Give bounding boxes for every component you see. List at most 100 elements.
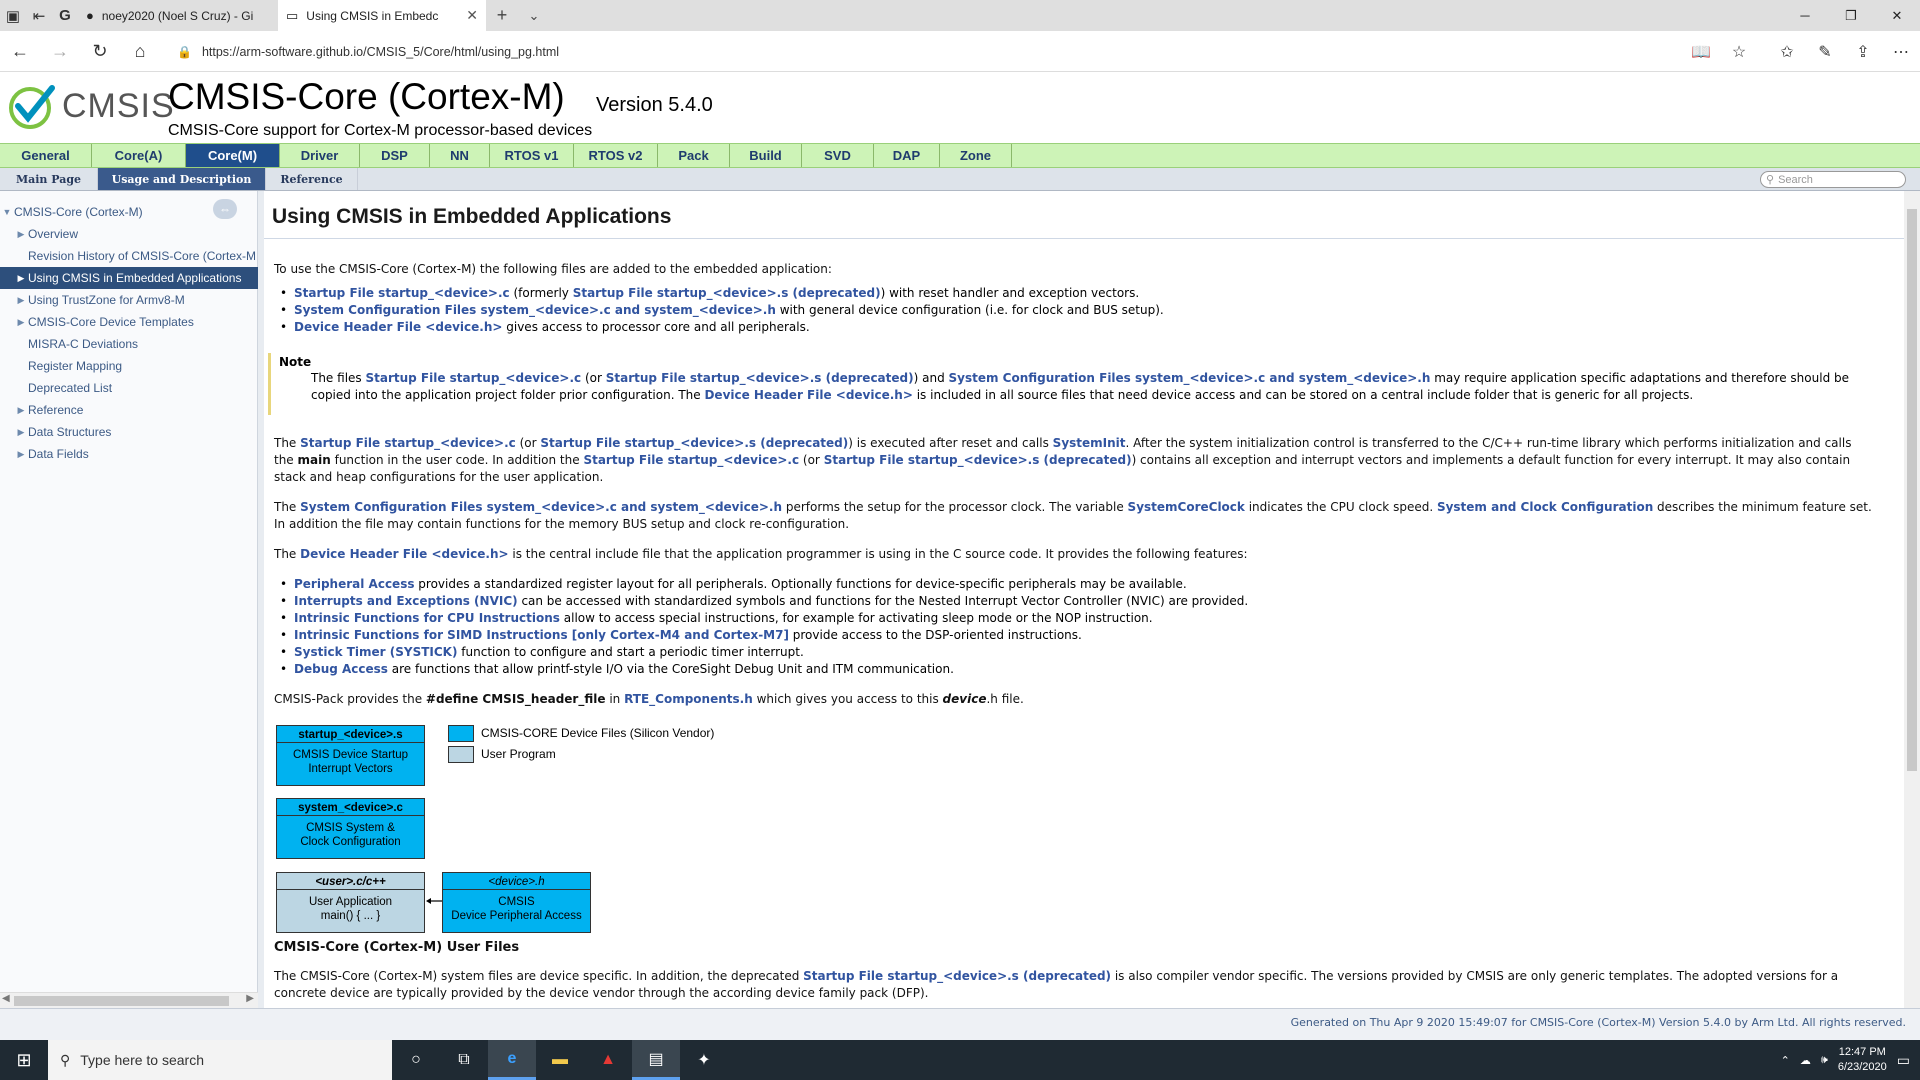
scrollbar-thumb[interactable] bbox=[1907, 209, 1917, 771]
app-window-icon[interactable]: ▤ bbox=[632, 1040, 680, 1080]
nav-nn[interactable]: NN bbox=[430, 144, 490, 167]
share-icon[interactable]: ⇪ bbox=[1844, 42, 1882, 62]
new-tab-button[interactable]: + bbox=[486, 5, 518, 26]
more-icon[interactable]: ⋯ bbox=[1882, 42, 1920, 62]
expand-arrow-icon[interactable]: ▶ bbox=[14, 229, 28, 240]
startup-s-link[interactable]: Startup File startup_<device>.s (depreca… bbox=[824, 453, 1132, 467]
system-clock-config-link[interactable]: System and Clock Configuration bbox=[1437, 500, 1653, 514]
nav-general[interactable]: General bbox=[0, 144, 92, 167]
restore-button[interactable]: ❐ bbox=[1828, 0, 1874, 31]
cortana-icon[interactable]: ○ bbox=[392, 1040, 440, 1080]
sidebar-item-device-templates[interactable]: ▶ CMSIS-Core Device Templates bbox=[0, 311, 258, 333]
sidebar-item-register-mapping[interactable]: Register Mapping bbox=[0, 355, 258, 377]
nav-dsp[interactable]: DSP bbox=[360, 144, 430, 167]
system-files-link[interactable]: System Configuration Files system_<devic… bbox=[949, 371, 1431, 385]
systeminit-link[interactable]: SystemInit bbox=[1053, 436, 1126, 450]
content-vertical-scrollbar[interactable] bbox=[1904, 191, 1920, 1008]
expand-arrow-icon[interactable]: ▶ bbox=[14, 295, 28, 306]
close-window-button[interactable]: ✕ bbox=[1874, 0, 1920, 31]
sidebar-item-using-cmsis[interactable]: ▶ Using CMSIS in Embedded Applications bbox=[0, 267, 258, 289]
forward-button[interactable]: → bbox=[40, 31, 80, 72]
expand-arrow-icon[interactable]: ▼ bbox=[0, 207, 14, 217]
search-box[interactable]: ⚲ Search bbox=[1760, 171, 1906, 188]
sidebar-item-overview[interactable]: ▶ Overview bbox=[0, 223, 258, 245]
intrinsic-cpu-link[interactable]: Intrinsic Functions for CPU Instructions bbox=[294, 611, 560, 625]
nav-dap[interactable]: DAP bbox=[874, 144, 940, 167]
favorite-star-icon[interactable]: ☆ bbox=[1720, 42, 1758, 62]
tab-main-page[interactable]: Main Page bbox=[0, 168, 98, 190]
startup-s-link[interactable]: Startup File startup_<device>.s (depreca… bbox=[606, 371, 914, 385]
sidebar-item-reference[interactable]: ▶ Reference bbox=[0, 399, 258, 421]
device-header-box[interactable]: <device>.h CMSIS Device Peripheral Acces… bbox=[442, 872, 591, 933]
url-field[interactable]: 🔒 https://arm-software.github.io/CMSIS_5… bbox=[177, 31, 559, 72]
back-button[interactable]: ← bbox=[0, 31, 40, 72]
nvic-link[interactable]: Interrupts and Exceptions (NVIC) bbox=[294, 594, 518, 608]
nav-core-a[interactable]: Core(A) bbox=[92, 144, 186, 167]
tab-actions-icon[interactable]: ▣ bbox=[0, 0, 26, 31]
peripheral-access-link[interactable]: Peripheral Access bbox=[294, 577, 414, 591]
favorites-icon[interactable]: ✩ bbox=[1768, 42, 1806, 62]
nav-pack[interactable]: Pack bbox=[658, 144, 730, 167]
nav-rtos-v1[interactable]: RTOS v1 bbox=[490, 144, 574, 167]
reading-view-icon[interactable]: 📖 bbox=[1682, 42, 1720, 62]
debug-access-link[interactable]: Debug Access bbox=[294, 662, 388, 676]
tab-reference[interactable]: Reference bbox=[266, 168, 358, 190]
onedrive-cloud-icon[interactable]: ☁ bbox=[1800, 1054, 1811, 1067]
startup-file-link[interactable]: Startup File startup_<device>.c bbox=[294, 286, 510, 300]
clock[interactable]: 12:47 PM 6/23/2020 bbox=[1838, 1045, 1887, 1075]
rte-components-link[interactable]: RTE_Components.h bbox=[624, 692, 753, 706]
scroll-left-icon[interactable]: ◀ bbox=[2, 993, 10, 1004]
systemcoreclock-link[interactable]: SystemCoreClock bbox=[1128, 500, 1245, 514]
edge-browser-icon[interactable]: e bbox=[488, 1040, 536, 1080]
set-aside-tabs-icon[interactable]: ⇤ bbox=[26, 0, 52, 31]
systick-link[interactable]: Systick Timer (SYSTICK) bbox=[294, 645, 457, 659]
system-files-link[interactable]: System Configuration Files system_<devic… bbox=[294, 303, 776, 317]
expand-arrow-icon[interactable]: ▶ bbox=[14, 405, 28, 416]
nav-build[interactable]: Build bbox=[730, 144, 802, 167]
browser-tab-github[interactable]: ● noey2020 (Noel S Cruz) - Gi bbox=[78, 0, 278, 31]
startup-s-link[interactable]: Startup File startup_<device>.s (depreca… bbox=[573, 286, 881, 300]
startup-file-link[interactable]: Startup File startup_<device>.c bbox=[365, 371, 581, 385]
sidebar-item-revision-history[interactable]: Revision History of CMSIS-Core (Cortex-M bbox=[0, 245, 258, 267]
acrobat-icon[interactable]: ▲ bbox=[584, 1040, 632, 1080]
startup-s-link[interactable]: Startup File startup_<device>.s (depreca… bbox=[803, 969, 1111, 983]
sidebar-item-misra[interactable]: MISRA-C Deviations bbox=[0, 333, 258, 355]
scroll-right-icon[interactable]: ▶ bbox=[246, 993, 254, 1004]
tray-chevron-icon[interactable]: ⌃ bbox=[1781, 1054, 1790, 1067]
startup-file-link[interactable]: Startup File startup_<device>.c bbox=[583, 453, 799, 467]
file-explorer-icon[interactable]: ▬ bbox=[536, 1040, 584, 1080]
taskbar-search-box[interactable]: ⚲ Type here to search bbox=[48, 1040, 392, 1080]
startup-s-link[interactable]: Startup File startup_<device>.s (depreca… bbox=[540, 436, 848, 450]
minimize-button[interactable]: ─ bbox=[1782, 0, 1828, 31]
home-button[interactable]: ⌂ bbox=[120, 31, 160, 72]
user-file-box[interactable]: <user>.c/c++ User Application main() { .… bbox=[276, 872, 425, 933]
device-header-link[interactable]: Device Header File <device.h> bbox=[704, 388, 912, 402]
tool-app-icon[interactable]: ✦ bbox=[680, 1040, 728, 1080]
device-header-link[interactable]: Device Header File <device.h> bbox=[294, 320, 502, 334]
expand-arrow-icon[interactable]: ▶ bbox=[14, 449, 28, 460]
sidebar-item-data-structures[interactable]: ▶ Data Structures bbox=[0, 421, 258, 443]
volume-icon[interactable]: 🕪 bbox=[1821, 1054, 1828, 1067]
expand-arrow-icon[interactable]: ▶ bbox=[14, 273, 28, 284]
tab-list-chevron-icon[interactable]: ⌄ bbox=[518, 8, 550, 24]
windows-start-icon[interactable]: ⊞ bbox=[0, 1040, 48, 1080]
pen-icon[interactable]: ✎ bbox=[1806, 42, 1844, 62]
refresh-button[interactable]: ↻ bbox=[80, 31, 120, 72]
scrollbar-thumb[interactable] bbox=[14, 996, 229, 1006]
system-files-link[interactable]: System Configuration Files system_<devic… bbox=[300, 500, 782, 514]
startup-file-box[interactable]: startup_<device>.s CMSIS Device Startup … bbox=[276, 725, 425, 786]
nav-driver[interactable]: Driver bbox=[280, 144, 360, 167]
startup-file-link[interactable]: Startup File startup_<device>.c bbox=[300, 436, 516, 450]
nav-rtos-v2[interactable]: RTOS v2 bbox=[574, 144, 658, 167]
tab-usage-and-description[interactable]: Usage and Description bbox=[98, 168, 266, 190]
intrinsic-simd-link[interactable]: Intrinsic Functions for SIMD Instruction… bbox=[294, 628, 789, 642]
nav-svd[interactable]: SVD bbox=[802, 144, 874, 167]
device-header-link[interactable]: Device Header File <device.h> bbox=[300, 547, 508, 561]
expand-arrow-icon[interactable]: ▶ bbox=[14, 427, 28, 438]
sync-toc-icon[interactable]: ⇔ bbox=[213, 199, 237, 219]
task-view-icon[interactable]: ⧉ bbox=[440, 1040, 488, 1080]
sidebar-horizontal-scrollbar[interactable]: ◀ ▶ bbox=[0, 992, 258, 1008]
nav-core-m[interactable]: Core(M) bbox=[186, 144, 280, 167]
system-file-box[interactable]: system_<device>.c CMSIS System & Clock C… bbox=[276, 798, 425, 859]
sidebar-item-trustzone[interactable]: ▶ Using TrustZone for Armv8-M bbox=[0, 289, 258, 311]
